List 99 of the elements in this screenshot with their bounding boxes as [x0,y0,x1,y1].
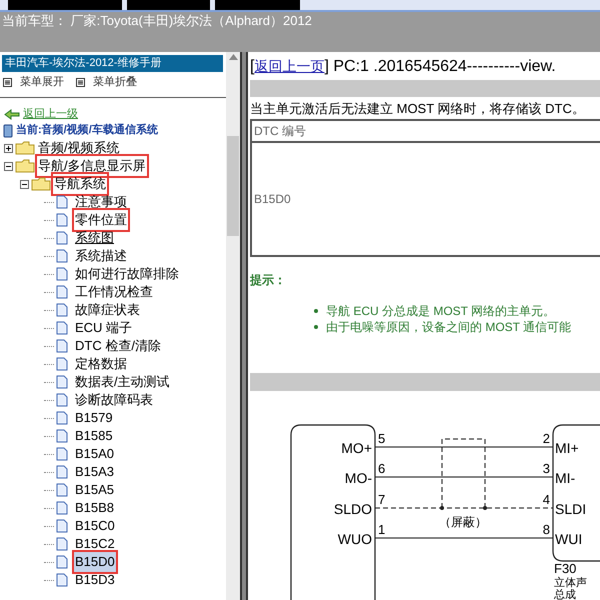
page-icon [56,465,68,479]
page-icon [56,555,68,569]
connector-name: 立体声 [554,576,587,589]
tree-item[interactable]: B15A3 [74,462,116,482]
scrollbar-thumb[interactable] [227,136,239,236]
scrollbar[interactable] [226,52,240,600]
menu-item[interactable]: 菜单折叠 [93,74,137,91]
tree-item[interactable]: ECU 端子 [74,318,134,338]
pin-label: MO+ [341,440,372,456]
collapse-icon[interactable] [4,162,13,170]
tree-item[interactable]: B15D0 [74,552,116,572]
tree-item[interactable]: 数据表/主动测试 [74,372,171,392]
table-cell-text: B15D0 [254,191,291,208]
page-icon [56,537,68,551]
page-icon [56,483,68,497]
pin-label: MO- [344,470,372,486]
tree-item[interactable]: 零件位置 [74,210,128,230]
tree-item[interactable]: 系统描述 [74,246,128,266]
page-icon [56,195,68,209]
page-icon [56,339,68,353]
page-icon [56,303,68,317]
page-icon [56,411,68,425]
shield-label: （屏蔽） [439,515,487,529]
tree-item[interactable]: 故障症状表 [74,300,141,320]
pin-label: WUI [555,531,582,547]
pin-number: 5 [378,431,386,446]
page-icon [56,573,68,587]
tree-item[interactable]: 注意事项 [74,192,128,212]
tree-item[interactable]: B15D3 [74,570,116,590]
folder-icon [15,141,35,155]
connector-name: 总成 [554,588,576,600]
bullet-icon [314,309,318,313]
tree-item[interactable]: B15A0 [74,444,116,464]
tree-item[interactable]: B1585 [74,426,114,446]
description-text: 当主单元激活后无法建立 MOST 网络时，将存储该 DTC。 [250,100,586,118]
back-page-link[interactable]: 返回上一页 [254,58,324,74]
folder-icon [15,159,35,173]
pin-label: MI+ [555,440,579,456]
page-icon [56,447,68,461]
pin-number: 1 [378,522,386,537]
current-path: 当前:音频/视频/车载通信系统 [16,122,158,138]
hint-title: 提示： [250,272,287,289]
pin-label: MI- [555,470,576,486]
tree-item[interactable]: DTC 检查/清除 [74,336,162,356]
page-icon [56,357,68,371]
pin-number: 6 [378,461,386,476]
bracket-text: [ [250,58,254,75]
page-icon [56,321,68,335]
page-icon [56,231,68,245]
tree-item[interactable]: B15C0 [74,516,116,536]
pin-number: 4 [542,492,550,507]
tree-item[interactable]: 系统图 [74,228,115,248]
pin-label: SLDO [334,501,372,517]
page-icon [56,393,68,407]
page-icon [56,285,68,299]
expand-icon[interactable] [4,144,13,152]
hint-item: 由于电噪等原因，设备之间的 MOST 通信可能 [326,319,572,335]
page-icon [56,213,68,227]
hint-item: 导航 ECU 分总成是 MOST 网络的主单元。 [326,303,556,319]
pin-number: 7 [378,492,386,507]
shield-drawing [440,438,487,510]
tree-item[interactable]: B15C2 [74,534,116,554]
tree-item[interactable]: 导航系统 [53,174,107,194]
page-id-text: PC:1 .2016545624----------view. [333,58,556,75]
tree-item[interactable]: 定格数据 [74,354,128,374]
pin-number: 2 [542,431,550,446]
connector-code: F30 [554,561,576,576]
list-icon[interactable] [76,78,85,87]
menu-item[interactable]: 菜单展开 [20,74,64,91]
tree-item[interactable]: 导航/多信息显示屏 [37,156,147,176]
tree-item[interactable]: 工作情况检查 [74,282,154,302]
pin-number: 3 [542,461,550,476]
bracket-text: ] [324,58,329,75]
tree-item[interactable]: 诊断故障码表 [74,390,154,410]
back-arrow-icon[interactable] [4,108,20,120]
tree-item[interactable]: B15B8 [74,498,116,518]
scroll-up-icon[interactable] [228,54,238,60]
collapse-icon[interactable] [20,180,29,188]
tree-item[interactable]: B1579 [74,408,114,428]
page-icon [56,249,68,263]
pin-label: WUO [338,531,372,547]
pin-label: SLDI [555,501,586,517]
computer-icon [3,124,13,138]
bullet-icon [314,325,318,329]
page-icon [56,375,68,389]
table-header: DTC 编号 [252,121,600,143]
tree-item[interactable]: B15A5 [74,480,116,500]
page-icon [56,267,68,281]
tree-item[interactable]: 如何进行故障排除 [74,264,180,284]
tree-item[interactable]: 音频/视频系统 [37,138,121,158]
vehicle-model-text: 当前车型： 厂家:Toyota(丰田)埃尔法（Alphard）2012 [2,13,313,29]
page-icon [56,519,68,533]
folder-icon [31,177,51,191]
page-icon [56,429,68,443]
back-link[interactable]: 返回上一级 [23,106,78,122]
page-icon [56,501,68,515]
sidebar-title: 丰田汽车-埃尔法-2012-维修手册 [2,55,223,72]
pin-number: 8 [542,522,550,537]
list-icon[interactable] [3,78,12,87]
